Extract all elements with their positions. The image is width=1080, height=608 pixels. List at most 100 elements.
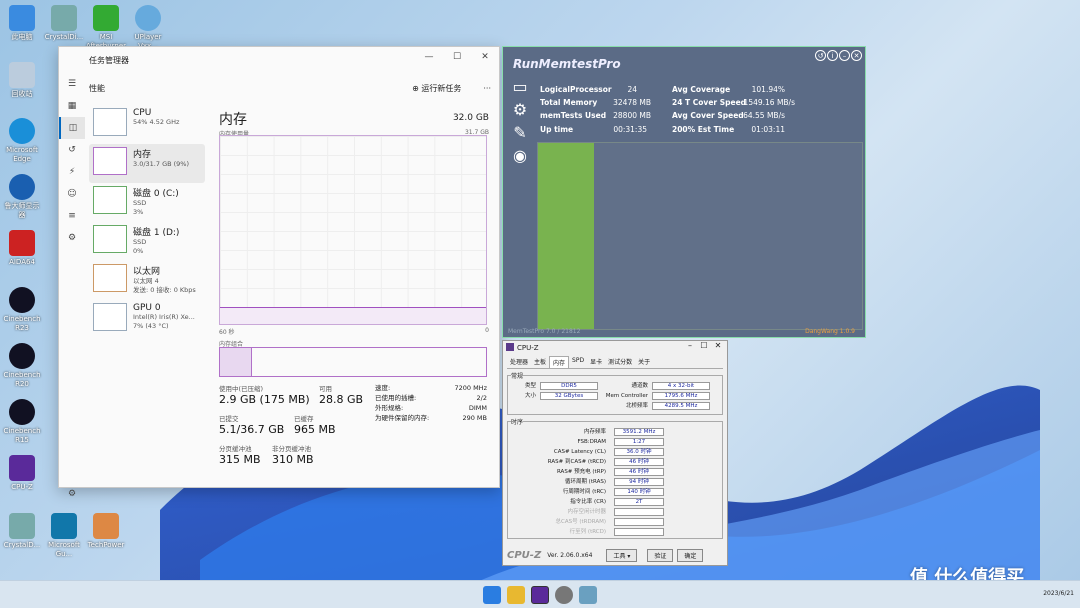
desktop-icon-ms-guide[interactable]: Microsoft Gu...	[42, 513, 86, 559]
timing-label: 指令比率 (CR)	[570, 499, 606, 505]
desktop-icon-recycle-bin[interactable]: 回收站	[0, 62, 44, 99]
minimize-icon[interactable]: –	[839, 50, 850, 61]
services-icon[interactable]: ⚙	[59, 227, 85, 249]
minimize-icon[interactable]: —	[415, 47, 443, 67]
cpu-thumbnail	[93, 108, 127, 136]
resource-disk-0[interactable]: 磁盘 0 (C:) SSD 3%	[89, 183, 205, 222]
resource-memory[interactable]: 内存 3.0/31.7 GB (9%)	[89, 144, 205, 183]
desktop-icon-cpuz[interactable]: CPU-Z	[0, 455, 44, 492]
resource-disk-1[interactable]: 磁盘 1 (D:) SSD 0%	[89, 222, 205, 261]
maximize-icon[interactable]: ☐	[443, 47, 471, 67]
memory-capacity: 32.0 GB	[452, 113, 489, 123]
cpuz-titlebar[interactable]: CPU-Z – ☐ ✕	[503, 341, 727, 354]
monitor-taskbar-icon[interactable]	[579, 585, 597, 604]
stat-value: 32478 MB	[613, 98, 651, 107]
task-manager-titlebar[interactable]: 任务管理器 — ☐ ✕	[59, 47, 499, 73]
camera-icon[interactable]: ◉	[507, 146, 533, 169]
stat-value: 24	[627, 85, 637, 94]
app-taskbar-icon[interactable]	[555, 585, 573, 604]
timing-label: 内存空闲计时器	[567, 509, 606, 515]
desktop-icon-techpower[interactable]: TechPower	[84, 513, 128, 550]
cpuz-logo-icon	[506, 343, 514, 351]
stat-value: 64.55 MB/s	[743, 111, 785, 120]
timing-label: 内存频率	[583, 429, 606, 435]
cinebench-icon	[9, 399, 35, 425]
desktop-icon-uplayer[interactable]: UPlayer Vxx...	[126, 5, 170, 51]
tab-mainboard[interactable]: 主板	[531, 356, 549, 368]
stat-committed: 已提交 5.1/36.7 GB	[219, 415, 285, 436]
processes-icon[interactable]: ▦	[59, 95, 85, 117]
run-new-task-button[interactable]: ⊕ 运行新任务	[412, 83, 461, 94]
mem-controller-value: 1795.6 MHz	[652, 392, 710, 400]
tab-graphics[interactable]: 显卡	[587, 356, 605, 368]
desktop-icon-crystaldisk-2[interactable]: CrystalD...	[0, 513, 44, 550]
close-icon[interactable]: ✕	[711, 341, 725, 350]
users-icon[interactable]: ☺	[59, 183, 85, 205]
performance-icon[interactable]: ◫	[59, 117, 85, 139]
edge-icon	[9, 118, 35, 144]
runmemtest-side-icons: ▭ ⚙ ✎ ◉	[507, 77, 533, 169]
validate-button[interactable]: 验证	[647, 548, 674, 562]
timing-label: 行周期时间 (tRC)	[562, 489, 606, 495]
settings-icon[interactable]: ⚙	[59, 483, 85, 505]
timing-value: 1:27	[614, 438, 664, 446]
ok-button[interactable]: 确定	[677, 548, 704, 562]
tab-bench[interactable]: 测试分数	[605, 356, 635, 368]
tab-memory[interactable]: 内存	[549, 356, 570, 368]
resource-cpu[interactable]: CPU 54% 4.52 GHz	[89, 105, 205, 144]
timing-label: CAS# Latency (CL)	[553, 449, 606, 455]
disk-thumbnail	[93, 225, 127, 253]
gear-icon[interactable]: ⚙	[507, 100, 533, 123]
cpuz-window-controls: – ☐ ✕	[683, 341, 725, 350]
brush-icon[interactable]: ✎	[507, 123, 533, 146]
tab-about[interactable]: 关于	[635, 356, 653, 368]
more-options-button[interactable]: ···	[483, 84, 491, 93]
memory-specs: 速度: 7200 MHz 已使用的插槽: 2/2 外形规格: DIMM 为硬件保留的内…	[375, 383, 487, 423]
task-manager-window: 任务管理器 — ☐ ✕ ☰ ▦ ◫ ↺ ⚡ ☺ ≡ ⚙ ⚙ 性能 ⊕ 运行新任务…	[58, 46, 500, 499]
ethernet-thumbnail	[93, 264, 127, 292]
taskbar-date: 2023/6/21	[1043, 590, 1074, 597]
stat-value: 101.94%	[751, 85, 785, 94]
desktop-icon-edge[interactable]: Microsoft Edge	[0, 118, 44, 164]
close-icon[interactable]: ✕	[851, 50, 862, 61]
desktop-icon-aida64[interactable]: AIDA64	[0, 230, 44, 267]
refresh-icon[interactable]: ↺	[815, 50, 826, 61]
desktop-icon-cinebench-r15[interactable]: Cinebench R15	[0, 399, 44, 445]
tab-spd[interactable]: SPD	[569, 356, 587, 368]
file-explorer-icon[interactable]	[507, 585, 525, 604]
desktop-icon-ludashi[interactable]: 鲁大师显示 器	[0, 174, 44, 220]
menu-icon[interactable]: ☰	[59, 73, 85, 95]
cpuz-icon	[9, 455, 35, 481]
monitor-icon[interactable]: ▭	[507, 77, 533, 100]
spec-row: 为硬件保留的内存: 290 MB	[375, 414, 487, 422]
close-icon[interactable]: ✕	[471, 47, 499, 67]
cpuz-taskbar-icon[interactable]	[531, 585, 549, 604]
cinebench-icon	[9, 343, 35, 369]
disk-thumbnail	[93, 186, 127, 214]
stat-value: 01:03:11	[751, 125, 785, 134]
app-history-icon[interactable]: ↺	[59, 139, 85, 161]
startup-icon[interactable]: ⚡	[59, 161, 85, 183]
spiral-icon	[135, 5, 161, 31]
cpuz-tabs: 处理器 主板 内存 SPD 显卡 测试分数 关于	[507, 356, 723, 369]
desktop-icon-crystaldisk[interactable]: CrystalDi...	[42, 5, 86, 42]
desktop-icon-afterburner[interactable]: MSI Afterburner	[84, 5, 128, 51]
recycle-bin-icon	[9, 62, 35, 88]
desktop-icon-cinebench-r23[interactable]: Cinebench R23	[0, 287, 44, 333]
desktop-icon-this-pc[interactable]: 此电脑	[0, 5, 44, 42]
runmemtest-author: DangWang 1.0.9	[805, 328, 855, 335]
start-icon[interactable]	[483, 585, 501, 604]
resource-gpu[interactable]: GPU 0 Intel(R) Iris(R) Xe... 7% (43 °C)	[89, 300, 205, 339]
stat-key: Total Memory	[540, 98, 598, 107]
details-icon[interactable]: ≡	[59, 205, 85, 227]
northbridge-label: 北桥频率	[625, 403, 648, 409]
maximize-icon[interactable]: ☐	[697, 341, 711, 350]
tab-cpu[interactable]: 处理器	[507, 356, 531, 368]
minimize-icon[interactable]: –	[683, 341, 697, 350]
desktop-icon-cinebench-r20[interactable]: Cinebench R20	[0, 343, 44, 389]
timing-label: FSB:DRAM	[577, 439, 606, 445]
info-icon[interactable]: i	[827, 50, 838, 61]
resource-ethernet[interactable]: 以太网 以太网 4 发送: 0 接收: 0 Kbps	[89, 261, 205, 300]
general-group: 常规 类型 DDR5 大小 32 GBytes 通道数 4 x 32-bit M…	[507, 371, 723, 415]
tools-button[interactable]: 工具 ▾	[606, 548, 638, 562]
